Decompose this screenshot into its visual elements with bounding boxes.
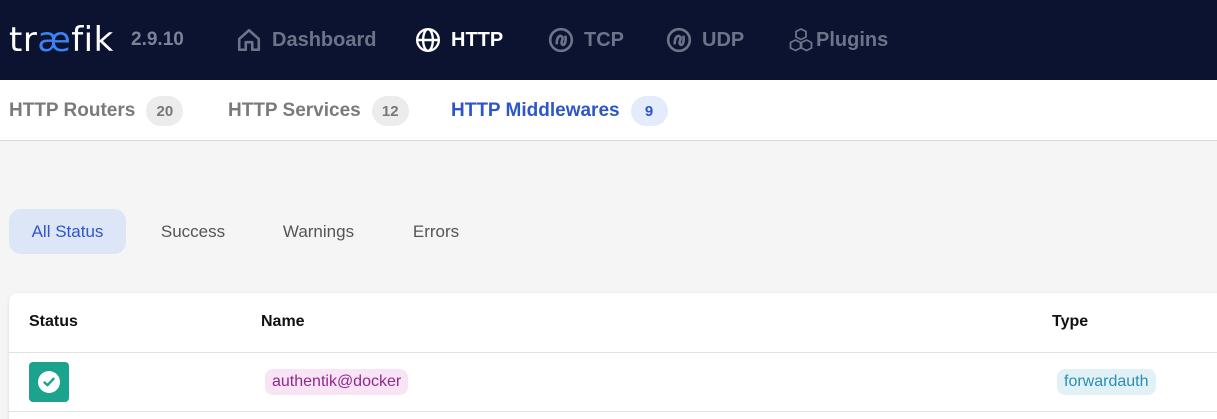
globe-icon — [415, 27, 441, 53]
filter-all-status[interactable]: All Status — [9, 209, 126, 254]
middleware-type-chip: forwardauth — [1057, 369, 1156, 395]
udp-icon — [666, 27, 692, 53]
tcp-icon — [548, 27, 574, 53]
middleware-name-chip: authentik@docker — [265, 369, 409, 395]
header-divider — [9, 352, 1217, 353]
top-navbar: træfik 2.9.10 Dashboard HTTP TCP UDP Plu… — [0, 0, 1217, 80]
tab-http-services[interactable]: HTTP Services 12 — [228, 95, 409, 127]
tab-http-routers[interactable]: HTTP Routers 20 — [9, 95, 184, 127]
nav-tcp[interactable]: TCP — [548, 24, 624, 56]
home-icon — [237, 28, 261, 52]
version-label: 2.9.10 — [131, 29, 184, 50]
services-count-badge: 12 — [371, 96, 409, 126]
filter-errors[interactable]: Errors — [401, 209, 471, 254]
middlewares-table: Status Name Type authentik@docker forwar… — [9, 293, 1217, 419]
filter-success[interactable]: Success — [150, 209, 236, 254]
nav-udp[interactable]: UDP — [666, 24, 744, 56]
tab-http-middlewares[interactable]: HTTP Middlewares 9 — [451, 95, 668, 127]
check-icon — [43, 377, 55, 387]
column-header-status[interactable]: Status — [29, 313, 78, 331]
nav-plugins[interactable]: Plugins — [788, 24, 888, 56]
nav-http[interactable]: HTTP — [415, 24, 503, 56]
cubes-icon — [789, 28, 813, 52]
status-success-badge — [29, 362, 69, 402]
http-subnav: HTTP Routers 20 HTTP Services 12 HTTP Mi… — [0, 80, 1217, 141]
row-divider — [9, 411, 1217, 412]
column-header-type[interactable]: Type — [1052, 313, 1088, 331]
nav-dashboard[interactable]: Dashboard — [236, 24, 376, 56]
traefik-logo[interactable]: træfik — [9, 18, 114, 62]
routers-count-badge: 20 — [146, 96, 184, 126]
filter-warnings[interactable]: Warnings — [268, 209, 369, 254]
middlewares-count-badge: 9 — [630, 96, 668, 126]
column-header-name[interactable]: Name — [261, 313, 305, 331]
